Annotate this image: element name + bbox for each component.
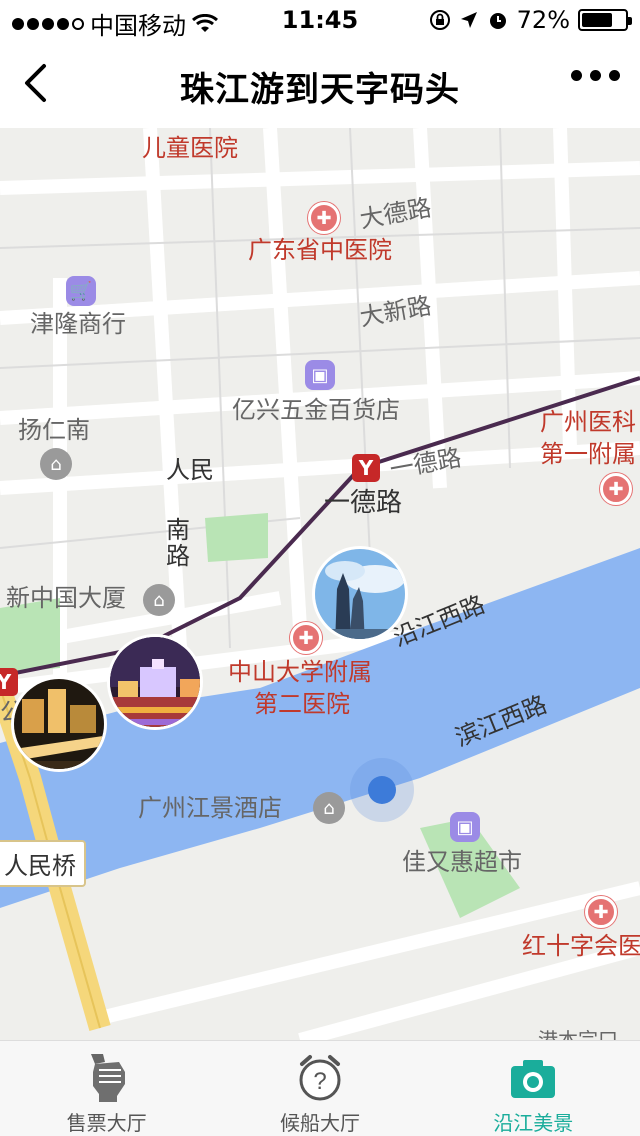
current-location-marker[interactable] (350, 758, 414, 822)
alarm-clock-question-icon: ? (292, 1051, 348, 1105)
status-right: 72% (429, 6, 632, 34)
map-label: 南 (166, 516, 190, 544)
map-label[interactable]: 一德路 (324, 490, 402, 516)
map-label[interactable]: 广州江景酒店 (138, 796, 282, 820)
map-label: 人民 (166, 456, 214, 484)
hotel-icon[interactable]: ⌂ (313, 792, 345, 824)
map-label[interactable]: 红十字会医 (522, 934, 640, 958)
hospital-icon[interactable]: ✚ (600, 473, 632, 505)
map-label[interactable]: 第一附属 (540, 442, 636, 466)
shopping-bag-icon[interactable]: ▣ (450, 812, 480, 842)
map-label[interactable]: 广州医科 (540, 410, 636, 434)
bridge-label[interactable]: 人民桥 (0, 840, 86, 887)
tab-ticket-hall[interactable]: 售票大厅 (0, 1041, 213, 1136)
fist-ticket-icon (79, 1051, 135, 1105)
tab-label: 候船大厅 (279, 1111, 360, 1135)
svg-text:?: ? (313, 1068, 326, 1095)
map-label: 港本宗口 (538, 1028, 618, 1040)
bank-icon[interactable]: ⌂ (143, 584, 175, 616)
more-button[interactable] (571, 70, 620, 81)
metro-station-icon[interactable]: Y (0, 668, 18, 696)
shopping-bag-icon[interactable]: ▣ (305, 360, 335, 390)
hospital-icon[interactable]: ✚ (585, 896, 617, 928)
map-label: 路 (166, 542, 190, 570)
scenic-photo-marker[interactable] (11, 676, 107, 772)
hospital-icon[interactable]: ✚ (308, 202, 340, 234)
map-label[interactable]: 扬仁南 (18, 418, 90, 442)
map-label[interactable]: 佳又惠超市 (402, 850, 522, 874)
tab-label: 沿江美景 (493, 1111, 574, 1135)
more-dot (571, 70, 582, 81)
location-arrow-icon (460, 12, 477, 28)
tab-waiting-hall[interactable]: ? 候船大厅 (213, 1041, 426, 1136)
page-title: 珠江游到天字码头 (180, 70, 460, 110)
orientation-lock-icon (429, 10, 450, 30)
more-dot (590, 70, 601, 81)
map-label[interactable]: 中山大学附属 (228, 660, 372, 684)
camera-icon (505, 1051, 561, 1105)
metro-station-icon[interactable]: Y (352, 454, 380, 482)
alarm-icon (489, 13, 506, 29)
tab-label: 售票大厅 (66, 1111, 147, 1135)
map-view[interactable]: ✚ 🛒 ▣ ⌂ ✚ ⌂ ✚ ▣ ⌂ ✚ Y Y 儿童医院 大德路 广东省中医院 … (0, 128, 640, 1040)
map-label[interactable]: 新中国大厦 (6, 586, 126, 610)
hospital-icon[interactable]: ✚ (290, 622, 322, 654)
map-label[interactable]: 儿童医院 (142, 136, 238, 160)
tab-riverside-scenery[interactable]: 沿江美景 (427, 1041, 640, 1136)
nav-bar: 珠江游到天字码头 (0, 40, 640, 128)
location-dot (368, 776, 396, 804)
status-bar: 中国移动 11:45 72% (0, 0, 640, 40)
battery-icon (578, 9, 632, 31)
map-label[interactable]: 津隆商行 (30, 312, 126, 336)
home-icon[interactable]: ⌂ (40, 448, 72, 480)
map-label[interactable]: 广东省中医院 (248, 238, 392, 262)
battery-percent: 72% (516, 6, 570, 34)
map-label[interactable]: 亿兴五金百货店 (232, 398, 400, 422)
more-dot (609, 70, 620, 81)
scenic-photo-marker[interactable] (312, 546, 408, 642)
scenic-photo-marker[interactable] (107, 634, 203, 730)
shopping-cart-icon[interactable]: 🛒 (66, 276, 96, 306)
tab-bar: 售票大厅 ? 候船大厅 沿江美景 (0, 1040, 640, 1136)
map-label[interactable]: 第二医院 (254, 692, 350, 716)
